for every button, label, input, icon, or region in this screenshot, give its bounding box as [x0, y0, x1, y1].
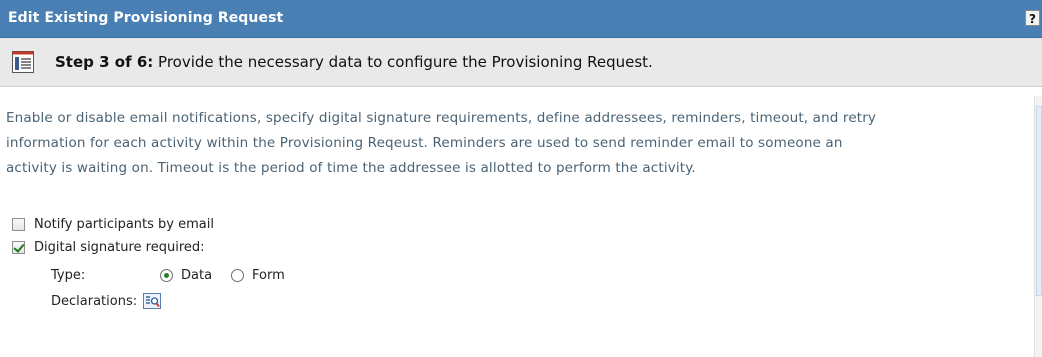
help-button[interactable]: ?	[1025, 10, 1040, 26]
type-label: Type:	[51, 268, 86, 283]
signature-option-row: Digital signature required:	[12, 240, 205, 255]
help-icon: ?	[1029, 12, 1036, 26]
declarations-lookup-icon[interactable]	[143, 293, 162, 309]
vertical-scrollbar[interactable]	[1034, 96, 1042, 357]
type-form-label: Form	[252, 268, 285, 283]
step-instruction: Provide the necessary data to configure …	[158, 53, 653, 71]
description-line: activity is waiting on. Timeout is the p…	[6, 160, 696, 176]
step-bar: Step 3 of 6: Provide the necessary data …	[0, 38, 1042, 87]
provisioning-request-window: Edit Existing Provisioning Request ? Ste…	[0, 0, 1042, 357]
scrollbar-thumb[interactable]	[1036, 106, 1042, 296]
description-line: Enable or disable email notifications, s…	[6, 110, 877, 126]
type-data-radio[interactable]	[160, 269, 173, 282]
digital-signature-label: Digital signature required:	[34, 240, 205, 255]
type-row: Type: Data Form	[51, 268, 285, 283]
type-data-label: Data	[181, 268, 213, 283]
type-form-radio[interactable]	[231, 269, 245, 282]
notify-option-row: Notify participants by email	[12, 217, 214, 232]
title-bar: Edit Existing Provisioning Request ?	[0, 0, 1042, 38]
step-number: Step 3 of 6:	[55, 53, 154, 71]
notify-participants-label: Notify participants by email	[34, 217, 214, 232]
declarations-row: Declarations:	[51, 293, 162, 309]
step-indicator: Step 3 of 6: Provide the necessary data …	[55, 53, 653, 71]
digital-signature-checkbox[interactable]	[12, 241, 25, 254]
description-line: information for each activity within the…	[6, 135, 843, 151]
declarations-label: Declarations:	[51, 293, 138, 309]
description: Enable or disable email notifications, s…	[6, 106, 1021, 181]
notify-participants-checkbox[interactable]	[12, 218, 25, 231]
wizard-step-icon	[12, 51, 34, 73]
page-title: Edit Existing Provisioning Request	[8, 10, 284, 26]
